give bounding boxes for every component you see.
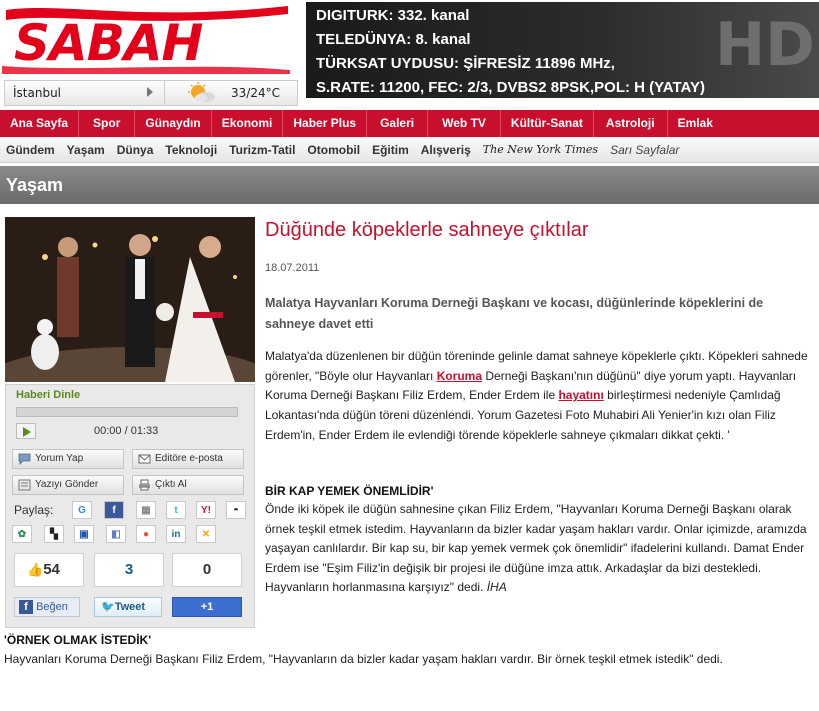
nav-item-ekonomi[interactable]: Ekonomi: [212, 110, 284, 137]
linkedin-icon[interactable]: in: [166, 525, 186, 543]
google-icon[interactable]: G: [72, 501, 92, 519]
twitter-icon[interactable]: t: [166, 501, 186, 519]
comment-icon: [18, 453, 31, 465]
section-title: Yaşam: [6, 175, 64, 195]
facebook-icon[interactable]: f: [104, 501, 124, 519]
subnav-item-egitim[interactable]: Eğitim: [366, 143, 415, 157]
plus-one-count: 0: [172, 553, 242, 587]
comment-button[interactable]: Yorum Yap: [12, 449, 124, 469]
subnav-item-yasam[interactable]: Yaşam: [61, 143, 111, 157]
digg-icon[interactable]: ▣: [74, 525, 94, 543]
secondary-nav: Gündem Yaşam Dünya Teknoloji Turizm-Tati…: [0, 137, 819, 163]
audio-time: 00:00 / 01:33: [94, 425, 159, 437]
article-subheading-2: 'ÖRNEK OLMAK İSTEDİK': [4, 633, 152, 647]
print-button[interactable]: Çıktı Al: [132, 475, 244, 495]
facebook-like-button[interactable]: f Beğen: [14, 597, 80, 617]
subnav-item-turizm-tatil[interactable]: Turizm-Tatil: [223, 143, 301, 157]
subnav-item-otomobil[interactable]: Otomobil: [301, 143, 366, 157]
delicious-bowl-icon[interactable]: ◓: [226, 501, 246, 519]
nav-item-spor[interactable]: Spor: [79, 110, 136, 137]
article-headline: Düğünde köpeklerle sahneye çıktılar: [265, 219, 589, 241]
nav-item-emlak[interactable]: Emlak: [668, 110, 723, 137]
article-date: 18.07.2011: [265, 262, 320, 274]
sun-cloud-icon: [188, 82, 215, 102]
subnav-item-alisveris[interactable]: Alışveriş: [415, 143, 477, 157]
subnav-item-nytimes[interactable]: The New York Times: [477, 143, 604, 156]
banner-line: S.RATE: 11200, FEC: 2/3, DVBS2 8PSK,POL:…: [316, 79, 706, 96]
nav-item-web-tv[interactable]: Web TV: [428, 110, 501, 137]
wedding-photo-illustration: [5, 217, 255, 382]
article-photo[interactable]: [5, 217, 255, 382]
keyword-link-hayatini[interactable]: hayatını: [558, 388, 603, 402]
primary-nav: Ana Sayfa Spor Günaydın Ekonomi Haber Pl…: [0, 110, 819, 137]
share-label: Paylaş:: [14, 503, 54, 517]
city-select[interactable]: İstanbul: [5, 81, 165, 105]
play-icon: [23, 427, 31, 437]
logo-text: SABAH: [14, 14, 203, 72]
audio-player: Haberi Dinle 00:00 / 01:33: [16, 389, 244, 439]
subnav-item-dunya[interactable]: Dünya: [111, 143, 160, 157]
nav-item-ana-sayfa[interactable]: Ana Sayfa: [0, 110, 80, 137]
friendfeed-icon[interactable]: ✕: [196, 525, 216, 543]
nav-item-kultur-sanat[interactable]: Kültür-Sanat: [501, 110, 594, 137]
stumbleupon-icon[interactable]: ✿: [12, 525, 32, 543]
send-article-button[interactable]: Yazıyı Gönder: [12, 475, 124, 495]
subnav-item-gundem[interactable]: Gündem: [0, 143, 61, 157]
myspace-icon[interactable]: ▦: [136, 501, 156, 519]
twitter-bird-icon: 🐦: [101, 601, 115, 613]
technorati-icon[interactable]: ◧: [106, 525, 126, 543]
google-bookmarks-icon[interactable]: ●: [136, 525, 156, 543]
banner-line: TÜRKSAT UYDUSU: ŞİFRESİZ 11896 MHz,: [316, 55, 615, 72]
section-header: Yaşam: [0, 166, 819, 204]
tweet-button[interactable]: 🐦Tweet: [94, 597, 162, 617]
delicious-icon[interactable]: ▚: [44, 525, 64, 543]
send-icon: [18, 479, 31, 491]
nav-item-galeri[interactable]: Galeri: [367, 110, 429, 137]
audio-progress-bar[interactable]: [16, 407, 238, 417]
banner-hd-text: HD: [714, 10, 815, 80]
nav-item-astroloji[interactable]: Astroloji: [594, 110, 668, 137]
article-paragraph-1: Malatya'da düzenlenen bir düğün törenind…: [265, 349, 808, 442]
banner-line: TELEDÜNYA: 8. kanal: [316, 31, 471, 48]
printer-icon: [139, 479, 150, 491]
yahoo-icon[interactable]: Y!: [196, 501, 216, 519]
article-paragraph-3: Hayvanları Koruma Derneği Başkanı Filiz …: [4, 652, 723, 666]
subnav-item-teknoloji[interactable]: Teknoloji: [159, 143, 223, 157]
thumb-up-icon: 👍: [27, 562, 44, 577]
nav-item-haber-plus[interactable]: Haber Plus: [283, 110, 368, 137]
site-logo[interactable]: SABAH: [0, 0, 300, 78]
banner-line: DIGITURK: 332. kanal: [316, 7, 470, 24]
city-arrow-icon[interactable]: [147, 87, 153, 97]
subnav-item-sari-sayfalar[interactable]: Sarı Sayfalar: [604, 143, 685, 157]
nav-item-gunaydin[interactable]: Günaydın: [135, 110, 212, 137]
envelope-icon: [138, 454, 151, 464]
article-subheading-1: BİR KAP YEMEK ÖNEMLİDİR': [265, 484, 434, 498]
temperature: 33/24°C: [231, 86, 280, 100]
digiturk-banner-ad[interactable]: HD DIGITURK: 332. kanal TELEDÜNYA: 8. ka…: [306, 2, 819, 98]
city-name: İstanbul: [13, 86, 62, 100]
facebook-icon: f: [19, 600, 33, 614]
play-button[interactable]: [16, 423, 36, 439]
plus-one-button[interactable]: +1: [172, 597, 242, 617]
keyword-link-koruma[interactable]: Koruma: [437, 369, 482, 383]
tweet-count: 3: [94, 553, 164, 587]
email-editor-button[interactable]: Editöre e-posta: [132, 449, 244, 469]
article-tools-panel: Haberi Dinle 00:00 / 01:33 Yorum Yap Edi…: [5, 384, 255, 628]
article-source: İHA: [486, 580, 507, 595]
article-paragraph-2: Önde iki köpek ile düğün sahnesine çıkan…: [265, 502, 807, 595]
player-title: Haberi Dinle: [16, 389, 81, 401]
weather-widget: İstanbul 33/24°C: [4, 80, 298, 106]
facebook-like-count: 👍54: [14, 553, 84, 587]
article-lead: Malatya Hayvanları Koruma Derneği Başkan…: [265, 296, 764, 331]
